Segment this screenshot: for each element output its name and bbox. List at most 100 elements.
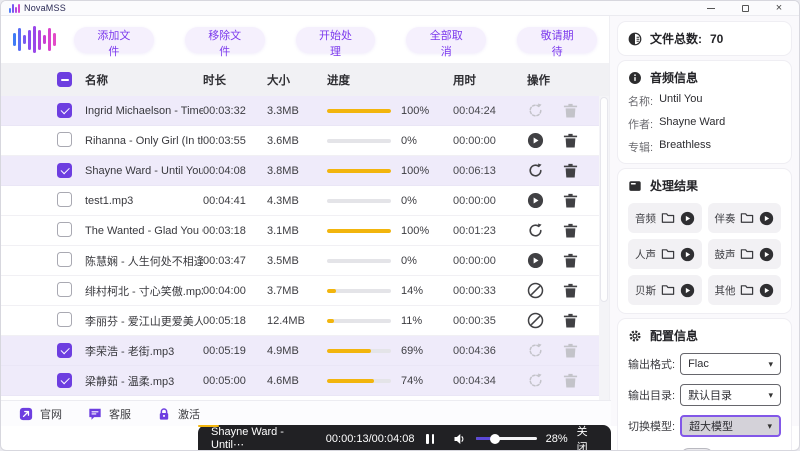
official-site-link[interactable]: 官网 bbox=[19, 406, 62, 422]
column-header-progress: 进度 bbox=[327, 72, 401, 88]
row-checkbox[interactable] bbox=[57, 252, 72, 267]
folder-icon[interactable] bbox=[740, 247, 754, 261]
delete-icon[interactable] bbox=[562, 252, 579, 269]
retry-icon[interactable] bbox=[527, 372, 544, 389]
column-header-size: 大小 bbox=[267, 72, 327, 88]
refresh-icon[interactable] bbox=[527, 222, 544, 239]
start-processing-button[interactable]: 开始处理 bbox=[296, 27, 376, 53]
file-duration: 00:05:19 bbox=[203, 345, 267, 357]
file-elapsed: 00:00:00 bbox=[437, 255, 515, 267]
maximize-button[interactable] bbox=[739, 2, 751, 14]
cancel-icon[interactable] bbox=[527, 282, 544, 299]
delete-icon[interactable] bbox=[562, 222, 579, 239]
pie-icon bbox=[628, 32, 642, 46]
result-chip: 音频 bbox=[628, 203, 702, 233]
folder-icon[interactable] bbox=[740, 283, 754, 297]
minimize-button[interactable] bbox=[705, 2, 717, 14]
output-dir-value: 默认目录 bbox=[688, 387, 732, 403]
play-icon[interactable] bbox=[680, 247, 695, 262]
table-row[interactable]: test1.mp3 00:04:41 4.3MB 0% 00:00:00 bbox=[1, 186, 609, 216]
volume-slider[interactable] bbox=[476, 437, 536, 440]
delete-icon[interactable] bbox=[562, 312, 579, 329]
result-label: 鼓声 bbox=[715, 247, 736, 262]
row-checkbox[interactable] bbox=[57, 222, 72, 237]
progress-fill bbox=[327, 289, 336, 293]
play-icon[interactable] bbox=[759, 211, 774, 226]
file-duration: 00:05:18 bbox=[203, 315, 267, 327]
retry-icon[interactable] bbox=[527, 102, 544, 119]
coming-soon-button[interactable]: 敬请期待 bbox=[517, 27, 597, 53]
folder-icon[interactable] bbox=[740, 211, 754, 225]
remove-files-button[interactable]: 移除文件 bbox=[185, 27, 265, 53]
row-checkbox[interactable] bbox=[57, 132, 72, 147]
cancel-all-button[interactable]: 全部取消 bbox=[406, 27, 486, 53]
play-icon[interactable] bbox=[527, 192, 544, 209]
play-icon[interactable] bbox=[680, 283, 695, 298]
row-checkbox[interactable] bbox=[57, 282, 72, 297]
folder-icon[interactable] bbox=[661, 283, 675, 297]
external-link-icon bbox=[19, 407, 33, 421]
progress-label: 11% bbox=[401, 315, 437, 327]
delete-icon[interactable] bbox=[562, 342, 579, 359]
table-row[interactable]: 李荣浩 - 老街.mp3 00:05:19 4.9MB 69% 00:04:36 bbox=[1, 336, 609, 366]
output-dir-select[interactable]: 默认目录▾ bbox=[680, 384, 781, 406]
table-row[interactable]: 绯村柯北 - 寸心笑傲.mp3 00:04:00 3.7MB 14% 00:00… bbox=[1, 276, 609, 306]
cancel-icon[interactable] bbox=[527, 312, 544, 329]
result-label: 人声 bbox=[635, 247, 656, 262]
row-checkbox[interactable] bbox=[57, 103, 72, 118]
refresh-icon[interactable] bbox=[527, 162, 544, 179]
row-checkbox[interactable] bbox=[57, 312, 72, 327]
pause-button[interactable] bbox=[426, 434, 434, 444]
progress-fill bbox=[327, 169, 391, 173]
file-size: 3.3MB bbox=[267, 105, 327, 117]
table-row[interactable]: 李丽芬 - 爱江山更爱美人.mp3 00:05:18 12.4MB 11% 00… bbox=[1, 306, 609, 336]
delete-icon[interactable] bbox=[562, 282, 579, 299]
delete-icon[interactable] bbox=[562, 192, 579, 209]
file-name: test1.mp3 bbox=[85, 195, 203, 207]
folder-icon[interactable] bbox=[661, 211, 675, 225]
add-files-button[interactable]: 添加文件 bbox=[74, 27, 154, 53]
play-icon[interactable] bbox=[527, 252, 544, 269]
output-format-value: Flac bbox=[688, 358, 709, 370]
chevron-down-icon: ▾ bbox=[768, 359, 773, 370]
delete-icon[interactable] bbox=[562, 372, 579, 389]
delete-icon[interactable] bbox=[562, 132, 579, 149]
support-link[interactable]: 客服 bbox=[88, 406, 131, 422]
result-chip: 其他 bbox=[708, 275, 782, 305]
table-row[interactable]: The Wanted - Glad You Came.⋯ 00:03:18 3.… bbox=[1, 216, 609, 246]
table-row[interactable]: 陈慧娴 - 人生何处不相逢.mp3 00:03:47 3.5MB 0% 00:0… bbox=[1, 246, 609, 276]
row-checkbox[interactable] bbox=[57, 373, 72, 388]
delete-icon[interactable] bbox=[562, 102, 579, 119]
close-button[interactable]: × bbox=[773, 2, 785, 14]
volume-thumb[interactable] bbox=[490, 434, 500, 444]
delete-icon[interactable] bbox=[562, 162, 579, 179]
player-close-button[interactable]: 关闭 bbox=[577, 423, 598, 451]
activate-link[interactable]: 激活 bbox=[157, 406, 200, 422]
total-files-value: 70 bbox=[710, 32, 723, 46]
table-row[interactable]: Rihanna - Only Girl (In the Wo⋯ 00:03:55… bbox=[1, 126, 609, 156]
table-row[interactable]: 梁静茹 - 温柔.mp3 00:05:00 4.6MB 74% 00:04:34 bbox=[1, 366, 609, 396]
output-format-select[interactable]: Flac ▾ bbox=[680, 353, 781, 375]
file-elapsed: 00:00:33 bbox=[437, 285, 515, 297]
folder-icon[interactable] bbox=[661, 247, 675, 261]
play-icon[interactable] bbox=[759, 247, 774, 262]
row-checkbox[interactable] bbox=[57, 192, 72, 207]
row-checkbox[interactable] bbox=[57, 343, 72, 358]
row-ops bbox=[515, 282, 609, 299]
play-icon[interactable] bbox=[759, 283, 774, 298]
table-row[interactable]: Ingrid Michaelson - Time Mac⋯ 00:03:32 3… bbox=[1, 96, 609, 126]
play-icon[interactable] bbox=[527, 132, 544, 149]
lock-icon bbox=[157, 407, 171, 421]
row-checkbox[interactable] bbox=[57, 163, 72, 178]
model-select[interactable]: 超大模型▾ bbox=[680, 415, 781, 437]
play-icon[interactable] bbox=[680, 211, 695, 226]
config-card: 配置信息 输出格式: Flac▾ 输出目录: 默认目录▾ 切换模型: 超大模型▾… bbox=[618, 319, 791, 451]
output-format-label: 输出格式: bbox=[628, 356, 675, 372]
select-all-checkbox[interactable] bbox=[57, 72, 72, 87]
table-row[interactable]: Shayne Ward - Until You.mp3 00:04:08 3.8… bbox=[1, 156, 609, 186]
scrollbar-thumb[interactable] bbox=[600, 97, 608, 302]
titlebar: NovaMSS × bbox=[1, 1, 799, 16]
scrollbar[interactable] bbox=[599, 96, 609, 426]
retry-icon[interactable] bbox=[527, 342, 544, 359]
row-ops bbox=[515, 252, 609, 269]
